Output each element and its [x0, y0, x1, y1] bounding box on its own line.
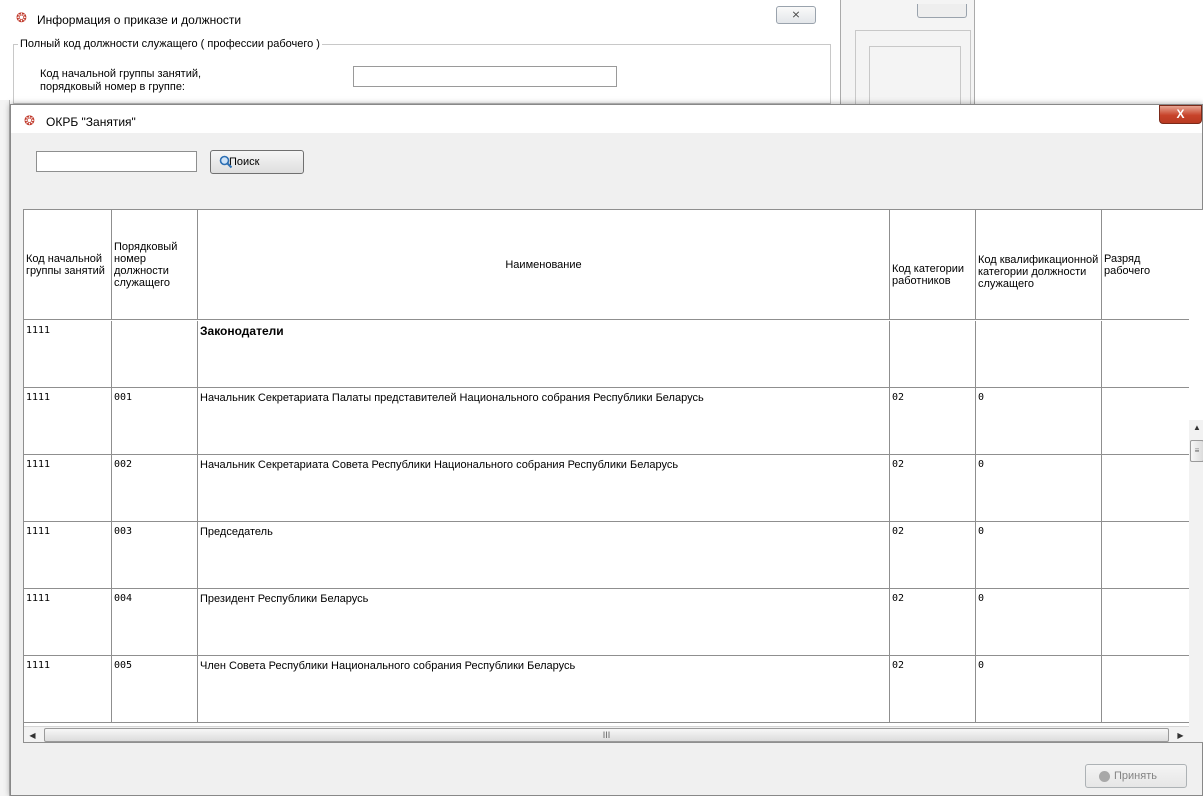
- occupations-grid: Код начальной группы занятий Порядковый …: [23, 209, 1203, 743]
- cell-grade: [1102, 589, 1189, 656]
- cell-group-code: 1111: [24, 656, 112, 723]
- cell-category: 02: [890, 656, 976, 723]
- cell-qualification: 0: [976, 455, 1102, 522]
- background-right-button[interactable]: [917, 4, 967, 18]
- group-code-label-line1: Код начальной группы занятий,: [40, 68, 202, 80]
- horizontal-scrollbar[interactable]: ◀ III ▶: [24, 726, 1189, 742]
- cell-group-code: 1111: [24, 589, 112, 656]
- cell-category: [890, 321, 976, 388]
- cell-name: Начальник Секретариата Совета Республики…: [198, 455, 890, 522]
- scroll-left-icon[interactable]: ◀: [24, 727, 41, 742]
- background-left-edge: [0, 100, 10, 796]
- cell-number: 003: [112, 522, 198, 589]
- cell-qualification: [976, 321, 1102, 388]
- cell-category: 02: [890, 455, 976, 522]
- background-titlebar: ❂ Информация о приказе и должности ⨯: [0, 0, 840, 30]
- cell-grade: [1102, 656, 1189, 723]
- background-window-title: Информация о приказе и должности: [37, 13, 242, 27]
- vertical-scrollbar[interactable]: ▲ ≡ ▼: [1189, 420, 1203, 742]
- cell-grade: [1102, 522, 1189, 589]
- grid-header: Код начальной группы занятий Порядковый …: [24, 210, 1189, 320]
- cell-group-code: 1111: [24, 522, 112, 589]
- cell-category: 02: [890, 388, 976, 455]
- cell-name: Начальник Секретариата Палаты представит…: [198, 388, 890, 455]
- table-row[interactable]: 1111 Законодатели: [24, 321, 1189, 388]
- search-input[interactable]: [36, 151, 197, 172]
- column-header-number[interactable]: Порядковый номер должности служащего: [112, 210, 198, 320]
- background-right-pane: [840, 0, 975, 105]
- cell-grade: [1102, 388, 1189, 455]
- circle-icon: [1099, 771, 1110, 782]
- cell-name: Член Совета Республики Национального соб…: [198, 656, 890, 723]
- search-button[interactable]: Поиск: [210, 150, 304, 174]
- dialog-title: ОКРБ "Занятия": [46, 115, 136, 129]
- dialog-titlebar: ❂ ОКРБ "Занятия" X: [11, 105, 1202, 133]
- cell-number: 005: [112, 656, 198, 723]
- table-row[interactable]: 1111 004 Президент Республики Беларусь 0…: [24, 589, 1189, 656]
- cell-qualification: 0: [976, 388, 1102, 455]
- cell-number: 002: [112, 455, 198, 522]
- cell-qualification: 0: [976, 656, 1102, 723]
- cell-number: 001: [112, 388, 198, 455]
- group-code-label: Код начальной группы занятий, порядковый…: [40, 68, 340, 94]
- cell-category: 02: [890, 589, 976, 656]
- table-row[interactable]: 1111 005 Член Совета Республики Национал…: [24, 656, 1189, 723]
- cell-name: Законодатели: [198, 321, 890, 388]
- search-button-label: Поиск: [229, 156, 260, 168]
- cell-group-code: 1111: [24, 321, 112, 388]
- table-row[interactable]: 1111 003 Председатель 02 0: [24, 522, 1189, 589]
- group-code-input[interactable]: [353, 66, 617, 87]
- cell-qualification: 0: [976, 522, 1102, 589]
- group-code-label-line2: порядковый номер в группе:: [40, 81, 185, 93]
- table-row[interactable]: 1111 002 Начальник Секретариата Совета Р…: [24, 455, 1189, 522]
- horizontal-scroll-thumb[interactable]: III: [44, 728, 1169, 742]
- scroll-up-icon[interactable]: ▲: [1189, 420, 1203, 436]
- column-header-category[interactable]: Код категории работников: [890, 210, 976, 320]
- column-header-grade[interactable]: Разряд рабочего: [1102, 210, 1189, 320]
- position-code-legend: Полный код должности служащего ( професс…: [18, 38, 322, 50]
- cell-group-code: 1111: [24, 455, 112, 522]
- background-close-button[interactable]: ⨯: [776, 6, 816, 24]
- cell-qualification: 0: [976, 589, 1102, 656]
- table-row[interactable]: 1111 001 Начальник Секретариата Палаты п…: [24, 388, 1189, 455]
- accept-button-label: Принять: [1114, 770, 1157, 782]
- cell-number: 004: [112, 589, 198, 656]
- column-header-name[interactable]: Наименование: [198, 210, 890, 320]
- cell-name: Председатель: [198, 522, 890, 589]
- column-header-qualification[interactable]: Код квалификационной категории должности…: [976, 210, 1102, 320]
- accept-button[interactable]: Принять: [1085, 764, 1187, 788]
- dialog-close-button[interactable]: X: [1159, 105, 1202, 124]
- column-header-group-code[interactable]: Код начальной группы занятий: [24, 210, 112, 320]
- app-logo-icon: ❂: [16, 10, 27, 25]
- cell-category: 02: [890, 522, 976, 589]
- vertical-scroll-thumb[interactable]: ≡: [1190, 440, 1203, 462]
- okrb-dialog: ❂ ОКРБ "Занятия" X Поиск Код начальной г…: [10, 104, 1203, 796]
- cell-grade: [1102, 455, 1189, 522]
- app-logo-icon: ❂: [24, 113, 35, 128]
- scroll-right-icon[interactable]: ▶: [1172, 727, 1189, 742]
- magnifier-icon: [219, 155, 233, 169]
- cell-name: Президент Республики Беларусь: [198, 589, 890, 656]
- cell-group-code: 1111: [24, 388, 112, 455]
- grid-body: 1111 Законодатели 1111 001 Начальник Сек…: [24, 321, 1189, 730]
- background-right-frame-inner: [869, 46, 961, 105]
- cell-number: [112, 321, 198, 388]
- cell-grade: [1102, 321, 1189, 388]
